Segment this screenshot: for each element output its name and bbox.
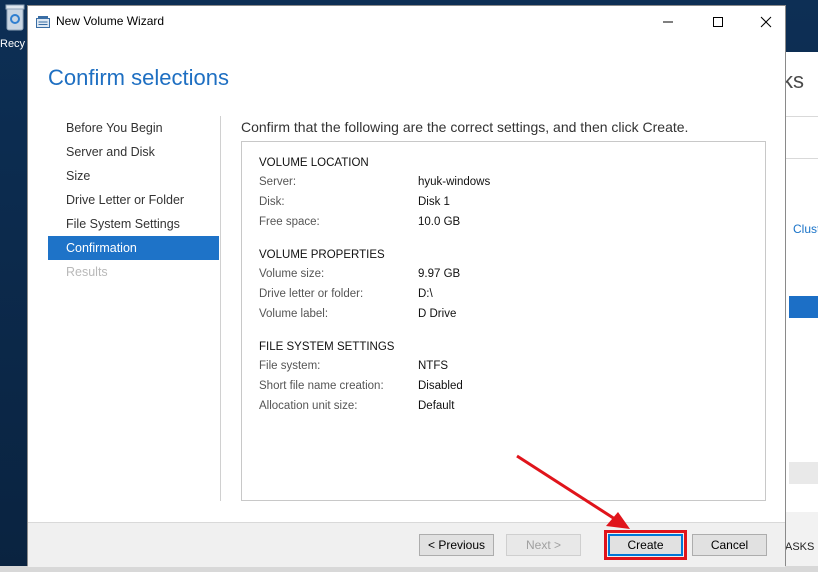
nav-divider	[220, 116, 221, 501]
section-title: VOLUME LOCATION	[259, 157, 369, 169]
background-clust-link[interactable]: Clust	[793, 222, 818, 236]
maximize-icon	[713, 16, 723, 27]
nav-item-confirmation[interactable]: Confirmation	[48, 236, 219, 260]
nav-item-server-and-disk[interactable]: Server and Disk	[48, 140, 219, 164]
background-grey-row	[789, 462, 818, 484]
row-value: Disk 1	[418, 196, 450, 208]
nav-item-drive-letter-or-folder[interactable]: Drive Letter or Folder	[48, 188, 219, 212]
row-value: Default	[418, 400, 455, 412]
row-key: Disk:	[259, 196, 285, 208]
wizard-step-nav: Before You Begin Server and Disk Size Dr…	[48, 116, 219, 284]
minimize-button[interactable]	[645, 6, 691, 37]
previous-button[interactable]: < Previous	[419, 534, 494, 556]
volume-location-section: VOLUME LOCATION Server: hyuk-windows Disk…	[259, 154, 490, 232]
section-title: FILE SYSTEM SETTINGS	[259, 341, 395, 353]
close-icon	[760, 16, 772, 27]
nav-item-file-system-settings[interactable]: File System Settings	[48, 212, 219, 236]
background-selected-row	[789, 296, 818, 318]
summary-row: Server: hyuk-windows	[259, 172, 490, 192]
recycle-bin-icon[interactable]	[4, 2, 26, 32]
row-value: D:\	[418, 288, 433, 300]
next-button: Next >	[506, 534, 581, 556]
maximize-button[interactable]	[695, 6, 741, 37]
row-value: Disabled	[418, 380, 463, 392]
summary-row: Volume size: 9.97 GB	[259, 264, 460, 284]
row-key: Server:	[259, 176, 297, 188]
summary-row: Disk: Disk 1	[259, 192, 450, 212]
background-tasks-button[interactable]: ASKS	[785, 541, 814, 553]
row-key: Short file name creation:	[259, 380, 384, 392]
create-button[interactable]: Create	[608, 534, 683, 556]
row-key: Volume label:	[259, 308, 329, 320]
summary-row: Drive letter or folder: D:\	[259, 284, 433, 304]
window-title: New Volume Wizard	[56, 14, 165, 28]
row-value: 9.97 GB	[418, 268, 461, 280]
title-bar[interactable]: New Volume Wizard	[28, 6, 785, 37]
page-title: Confirm selections	[48, 65, 229, 90]
wizard-footer: < Previous Next > Create Cancel	[28, 522, 785, 567]
row-value: NTFS	[418, 360, 449, 372]
row-key: Allocation unit size:	[259, 400, 358, 412]
summary-row: File system: NTFS	[259, 356, 448, 376]
row-key: Volume size:	[259, 268, 325, 280]
wizard-disk-icon	[36, 16, 50, 28]
close-button[interactable]	[743, 6, 789, 37]
row-value: D Drive	[418, 308, 457, 320]
nav-item-results: Results	[66, 265, 108, 279]
minimize-icon	[663, 21, 673, 22]
row-key: Free space:	[259, 216, 320, 228]
summary-row: Volume label: D Drive	[259, 304, 456, 324]
row-value: 10.0 GB	[418, 216, 461, 228]
row-key: Drive letter or folder:	[259, 288, 364, 300]
nav-item-size[interactable]: Size	[48, 164, 219, 188]
summary-row: Short file name creation: Disabled	[259, 376, 463, 396]
summary-row: Free space: 10.0 GB	[259, 212, 460, 232]
new-volume-wizard-window: New Volume Wizard Confirm selections Bef…	[27, 5, 786, 567]
section-title: VOLUME PROPERTIES	[259, 249, 385, 261]
summary-row: Allocation unit size: Default	[259, 396, 454, 416]
volume-properties-section: VOLUME PROPERTIES Volume size: 9.97 GB Dr…	[259, 246, 460, 324]
settings-summary-panel: VOLUME LOCATION Server: hyuk-windows Disk…	[241, 141, 766, 501]
row-value: hyuk-windows	[418, 176, 491, 188]
file-system-settings-section: FILE SYSTEM SETTINGS File system: NTFS Sh…	[259, 338, 463, 416]
row-key: File system:	[259, 360, 321, 372]
nav-item-before-you-begin[interactable]: Before You Begin	[48, 116, 219, 140]
cancel-button[interactable]: Cancel	[692, 534, 767, 556]
instruction-text: Confirm that the following are the corre…	[241, 119, 689, 135]
recycle-bin-label: Recy	[0, 38, 26, 50]
